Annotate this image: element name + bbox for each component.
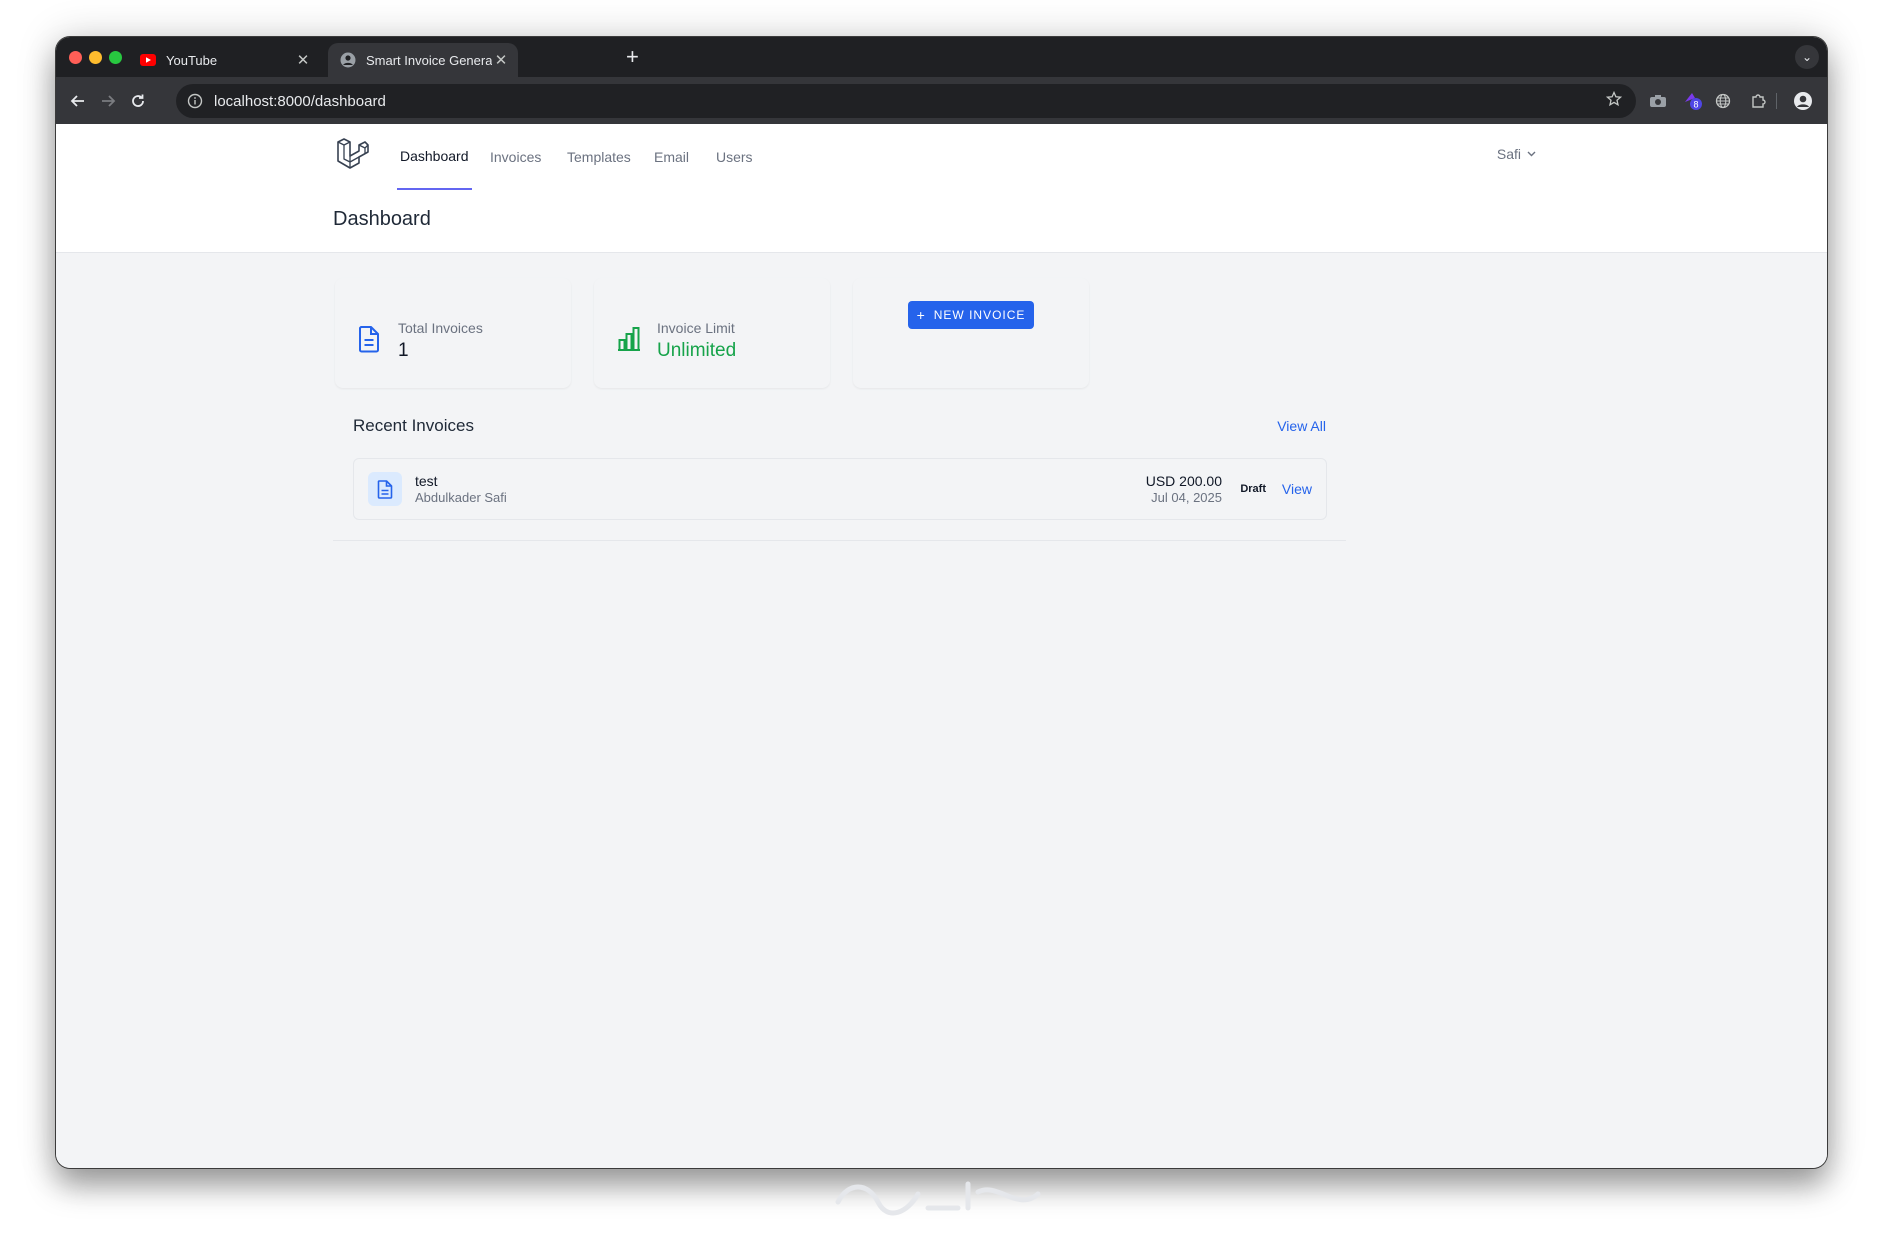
nav-templates[interactable]: Templates: [567, 124, 631, 190]
forward-arrow-icon[interactable]: [96, 89, 120, 113]
tab-title: Smart Invoice Generator: [366, 52, 492, 68]
extension-badge-count: 8: [1693, 100, 1698, 110]
globe-extension-icon[interactable]: [1711, 89, 1735, 113]
extensions-puzzle-icon[interactable]: [1746, 89, 1770, 113]
invoice-row[interactable]: test Abdulkader Safi USD 200.00 Jul 04, …: [353, 458, 1327, 520]
section-title: Recent Invoices: [353, 416, 474, 435]
new-invoice-label: NEW INVOICE: [933, 308, 1026, 322]
document-icon: [357, 325, 381, 353]
tab-title: YouTube: [166, 52, 218, 68]
nav-dashboard[interactable]: Dashboard: [397, 124, 472, 190]
bookmark-star-icon[interactable]: [1605, 90, 1623, 112]
new-tab-button[interactable]: +: [626, 46, 639, 68]
tab-smart-invoice-generator[interactable]: Smart Invoice Generator ✕: [328, 43, 518, 77]
browser-window: YouTube ✕ Smart Invoice Generator ✕ + ⌄: [56, 37, 1827, 1168]
browser-toolbar: localhost:8000/dashboard 8: [56, 77, 1827, 124]
close-tab-icon[interactable]: ✕: [294, 51, 312, 69]
tab-search-chevron-icon[interactable]: ⌄: [1795, 45, 1819, 69]
view-invoice-link[interactable]: View: [1282, 481, 1312, 497]
bar-chart-icon: [616, 325, 640, 353]
document-icon: [368, 472, 402, 506]
profile-avatar-icon[interactable]: [1791, 89, 1815, 113]
maximize-window-button[interactable]: [109, 51, 122, 64]
laravel-logo-icon[interactable]: [335, 136, 369, 170]
user-name: Safi: [1496, 146, 1521, 162]
nav-users[interactable]: Users: [716, 124, 753, 190]
stat-label: Invoice Limit: [657, 320, 735, 336]
watermark-logo-icon: [835, 1181, 1041, 1216]
close-tab-icon[interactable]: ✕: [492, 51, 510, 69]
status-badge: Draft: [1240, 483, 1266, 495]
invoice-name: test: [415, 473, 438, 489]
back-arrow-icon[interactable]: [66, 89, 90, 113]
url-text[interactable]: localhost:8000/dashboard: [214, 93, 1606, 110]
stat-value: 1: [398, 340, 409, 361]
tab-youtube[interactable]: YouTube ✕: [128, 43, 320, 77]
extension-badge-icon[interactable]: 8: [1681, 89, 1705, 113]
user-menu[interactable]: Safi: [1497, 146, 1536, 162]
stat-value: Unlimited: [657, 340, 737, 361]
toolbar-divider: [1776, 93, 1777, 109]
stat-label: Total Invoices: [398, 320, 483, 336]
page-title: Dashboard: [333, 208, 431, 230]
nav-email[interactable]: Email: [654, 124, 689, 190]
action-card: + NEW INVOICE: [853, 278, 1089, 388]
invoice-client: Abdulkader Safi: [415, 490, 507, 505]
camera-extension-icon[interactable]: [1646, 89, 1670, 113]
close-window-button[interactable]: [69, 51, 82, 64]
site-info-icon[interactable]: [186, 92, 204, 110]
reload-icon[interactable]: [126, 89, 150, 113]
page-content: Dashboard Invoices Templates Email Users…: [56, 124, 1827, 1168]
plus-icon: +: [916, 307, 926, 323]
stat-card-total-invoices: Total Invoices 1: [335, 278, 571, 388]
app-header: Dashboard Invoices Templates Email Users…: [56, 124, 1827, 253]
invoice-date: Jul 04, 2025: [1151, 490, 1222, 505]
profile-icon: [340, 52, 356, 68]
invoice-amount: USD 200.00: [1145, 473, 1222, 489]
stat-card-invoice-limit: Invoice Limit Unlimited: [594, 278, 830, 388]
recent-invoices-section: Recent Invoices View All test Abdulkader…: [333, 414, 1346, 541]
address-bar[interactable]: localhost:8000/dashboard: [176, 84, 1636, 118]
youtube-icon: [140, 52, 156, 68]
browser-menu-kebab-icon[interactable]: [1821, 89, 1827, 113]
minimize-window-button[interactable]: [89, 51, 102, 64]
chevron-down-icon: [1527, 149, 1536, 160]
view-all-link[interactable]: View All: [1277, 418, 1326, 434]
nav-invoices[interactable]: Invoices: [490, 124, 541, 190]
new-invoice-button[interactable]: + NEW INVOICE: [908, 301, 1034, 329]
tab-strip: YouTube ✕ Smart Invoice Generator ✕ + ⌄: [56, 37, 1827, 77]
